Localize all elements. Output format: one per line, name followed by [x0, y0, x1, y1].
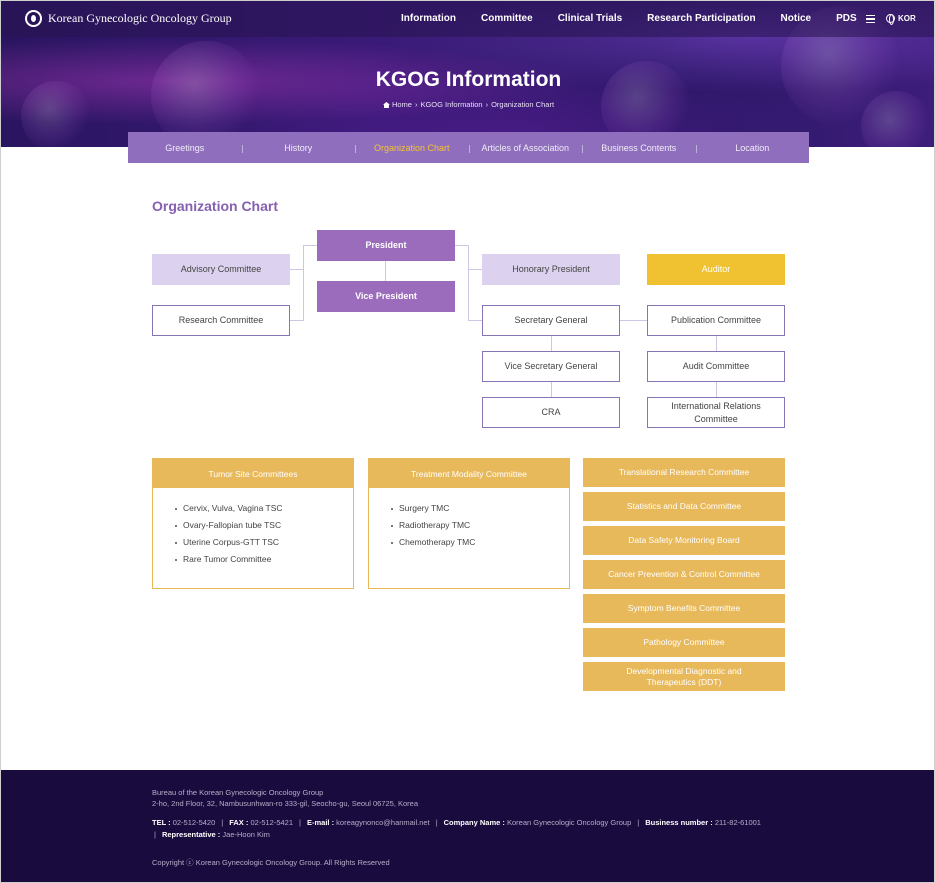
- tel-label: TEL :: [152, 818, 171, 827]
- page: Korean Gynecologic Oncology Group Inform…: [0, 0, 935, 883]
- connector-line: [303, 245, 317, 246]
- connector-line: [455, 245, 468, 246]
- committee-ddt: Developmental Diagnostic and Therapeutic…: [583, 662, 785, 691]
- org-international-relations-committee: International Relations Committee: [647, 397, 785, 428]
- email-value[interactable]: koreagynonco@hanmail.net: [336, 818, 430, 827]
- language-selector[interactable]: KOR: [886, 14, 916, 25]
- footer-address: 2-ho, 2nd Floor, 32, Nambusunhwan-ro 333…: [152, 799, 419, 808]
- org-research-committee: Research Committee: [152, 305, 290, 336]
- tumor-site-committees-panel: Tumor Site Committees Cervix, Vulva, Vag…: [152, 458, 354, 589]
- chevron-right-icon: ›: [485, 100, 489, 109]
- list-item: Cervix, Vulva, Vagina TSC: [175, 503, 353, 520]
- org-secretary-general: Secretary General: [482, 305, 620, 336]
- connector-line: [290, 269, 303, 270]
- tab-articles-of-association[interactable]: Articles of Association: [468, 143, 583, 153]
- company-value: Korean Gynecologic Oncology Group: [507, 818, 632, 827]
- connector-line: [716, 336, 717, 351]
- representative-label: Representative :: [161, 830, 221, 839]
- committee-pathology: Pathology Committee: [583, 628, 785, 657]
- connector-line: [716, 382, 717, 397]
- hamburger-menu-icon[interactable]: [866, 15, 875, 23]
- breadcrumb-organization-chart: Organization Chart: [491, 100, 555, 109]
- connector-line: [385, 261, 386, 281]
- main-nav: Information Committee Clinical Trials Re…: [401, 13, 882, 24]
- org-audit-committee: Audit Committee: [647, 351, 785, 382]
- connector-line: [620, 320, 647, 321]
- nav-item-research-participation[interactable]: Research Participation: [647, 13, 755, 24]
- tab-organization-chart[interactable]: Organization Chart: [355, 143, 469, 153]
- fax-value: 02-512-5421: [250, 818, 294, 827]
- globe-icon: [886, 14, 895, 25]
- nav-item-committee[interactable]: Committee: [481, 13, 533, 24]
- chevron-right-icon: ›: [414, 100, 418, 109]
- nav-item-notice[interactable]: Notice: [781, 13, 812, 24]
- business-number-label: Business number :: [645, 818, 713, 827]
- list-item: Uterine Corpus-GTT TSC: [175, 537, 353, 554]
- breadcrumb-home[interactable]: Home: [392, 100, 412, 109]
- tel-value: 02-512-5420: [172, 818, 216, 827]
- tab-greetings[interactable]: Greetings: [128, 143, 242, 153]
- connector-line: [468, 269, 482, 270]
- connector-line: [468, 245, 469, 321]
- footer-representative-line: | Representative : Jae-Hoon Kim: [154, 830, 270, 839]
- nav-item-information[interactable]: Information: [401, 13, 456, 24]
- breadcrumb: Home › KGOG Information › Organization Chart: [1, 100, 934, 109]
- committee-translational-research: Translational Research Committee: [583, 458, 785, 487]
- org-vice-secretary-general: Vice Secretary General: [482, 351, 620, 382]
- org-cra: CRA: [482, 397, 620, 428]
- org-honorary-president: Honorary President: [482, 254, 620, 285]
- section-title: Organization Chart: [152, 198, 279, 214]
- footer-bureau: Bureau of the Korean Gynecologic Oncolog…: [152, 788, 324, 797]
- nav-item-pds[interactable]: PDS: [836, 13, 857, 24]
- footer: Bureau of the Korean Gynecologic Oncolog…: [1, 770, 934, 882]
- language-label: KOR: [898, 14, 916, 23]
- fax-label: FAX :: [229, 818, 249, 827]
- committee-symptom-benefits: Symptom Benefits Committee: [583, 594, 785, 623]
- org-auditor: Auditor: [647, 254, 785, 285]
- hero-banner: Korean Gynecologic Oncology Group Inform…: [1, 1, 934, 147]
- list-item: Ovary-Fallopian tube TSC: [175, 520, 353, 537]
- breadcrumb-kgog-information[interactable]: KGOG Information: [420, 100, 482, 109]
- company-label: Company Name :: [443, 818, 505, 827]
- committee-list: Cervix, Vulva, Vagina TSC Ovary-Fallopia…: [153, 488, 353, 571]
- sub-navigation-tabs: Greetings History Organization Chart Art…: [128, 132, 809, 163]
- list-item: Rare Tumor Committee: [175, 554, 353, 571]
- org-publication-committee: Publication Committee: [647, 305, 785, 336]
- footer-contact-line: TEL : 02-512-5420 | FAX : 02-512-5421 | E-ma…: [152, 818, 761, 827]
- footer-copyright: Copyright ⓒ Korean Gynecologic Oncology …: [152, 858, 390, 867]
- logo-icon: [25, 10, 42, 27]
- site-logo[interactable]: Korean Gynecologic Oncology Group: [25, 10, 232, 27]
- connector-line: [303, 245, 304, 321]
- committee-list: Surgery TMC Radiotherapy TMC Chemotherap…: [369, 488, 569, 554]
- tab-history[interactable]: History: [241, 143, 356, 153]
- connector-line: [290, 320, 303, 321]
- list-item: Radiotherapy TMC: [391, 520, 569, 537]
- page-title: KGOG Information: [375, 68, 562, 91]
- org-vice-president: Vice President: [317, 281, 455, 312]
- representative-value: Jae-Hoon Kim: [222, 830, 270, 839]
- tab-business-contents[interactable]: Business Contents: [582, 143, 696, 153]
- home-icon[interactable]: [382, 102, 390, 108]
- other-committees-list: Translational Research Committee Statist…: [583, 458, 785, 696]
- email-label: E-mail :: [306, 818, 335, 827]
- panel-title: Tumor Site Committees: [153, 459, 353, 488]
- business-number-value: 211-82-61001: [714, 818, 761, 827]
- connector-line: [551, 382, 552, 397]
- treatment-modality-committee-panel: Treatment Modality Committee Surgery TMC…: [368, 458, 570, 589]
- top-navigation-bar: Korean Gynecologic Oncology Group Inform…: [1, 1, 934, 37]
- logo-text: Korean Gynecologic Oncology Group: [48, 11, 232, 25]
- list-item: Surgery TMC: [391, 503, 569, 520]
- committee-cancer-prevention-control: Cancer Prevention & Control Committee: [583, 560, 785, 589]
- committee-statistics-and-data: Statistics and Data Committee: [583, 492, 785, 521]
- org-advisory-committee: Advisory Committee: [152, 254, 290, 285]
- connector-line: [468, 320, 482, 321]
- tab-location[interactable]: Location: [695, 143, 810, 153]
- connector-line: [551, 336, 552, 351]
- committee-data-safety-monitoring-board: Data Safety Monitoring Board: [583, 526, 785, 555]
- nav-item-clinical-trials[interactable]: Clinical Trials: [558, 13, 622, 24]
- panel-title: Treatment Modality Committee: [369, 459, 569, 488]
- list-item: Chemotherapy TMC: [391, 537, 569, 554]
- org-president: President: [317, 230, 455, 261]
